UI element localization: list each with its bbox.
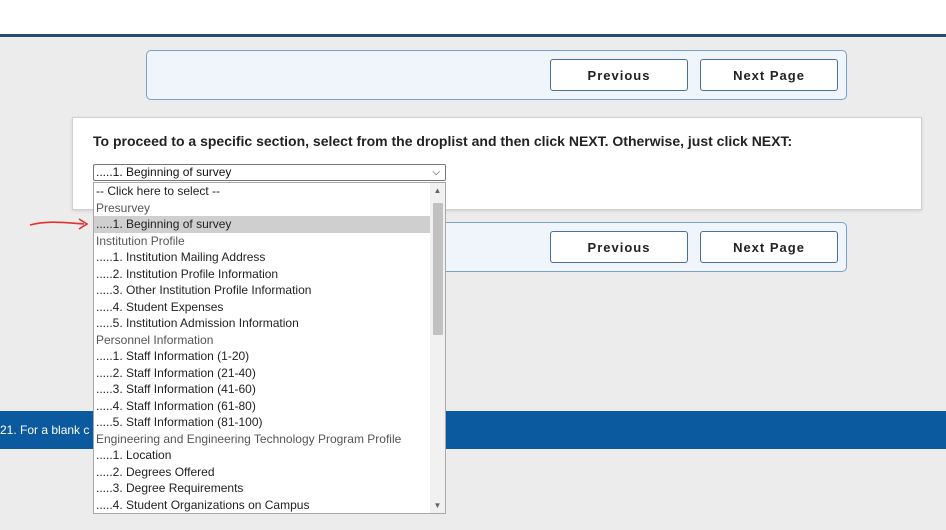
droplist-option[interactable]: .....1. Beginning of survey [94,216,431,233]
section-instruction: To proceed to a specific section, select… [93,133,793,149]
droplist-option[interactable]: .....3. Degree Requirements [94,480,431,497]
previous-button-bottom[interactable]: Previous [550,231,688,263]
scroll-down-arrow-icon[interactable]: ▼ [430,498,445,513]
chevron-down-icon: ⌵ [432,167,440,178]
droplist-group-label: Personnel Information [96,332,214,347]
droplist-selected-value: .....1. Beginning of survey [96,165,232,179]
droplist-option[interactable]: .....4. Student Expenses [94,299,431,316]
droplist-option[interactable]: .....3. Other Institution Profile Inform… [94,282,431,299]
section-droplist[interactable]: .....1. Beginning of survey ⌵ [93,164,446,181]
droplist-option[interactable]: .....1. Staff Information (1-20) [94,348,431,365]
droplist-group-label: Presurvey [96,200,151,215]
footer-text: 21. For a blank c [0,423,90,437]
previous-button-top[interactable]: Previous [550,59,688,91]
droplist-option[interactable]: .....2. Staff Information (21-40) [94,365,431,382]
droplist-option[interactable]: .....2. Institution Profile Information [94,266,431,283]
scroll-up-arrow-icon[interactable]: ▲ [430,183,445,198]
top-header-bar [0,0,946,37]
droplist-option[interactable]: .....4. Staff Information (61-80) [94,398,431,415]
droplist-option[interactable]: .....1. Location [94,447,431,464]
droplist-options: -- Click here to select -- Presurvey.....… [94,183,431,513]
droplist-options-panel[interactable]: -- Click here to select -- Presurvey.....… [93,182,446,514]
next-page-button-bottom[interactable]: Next Page [700,231,838,263]
droplist-group-label: Institution Profile [96,233,185,248]
droplist-option[interactable]: .....4. Student Organizations on Campus [94,497,431,514]
scrollbar-thumb[interactable] [433,203,443,335]
red-arrow-annotation-icon [29,218,89,230]
droplist-group-label: Engineering and Engineering Technology P… [96,431,402,446]
droplist-scrollbar[interactable]: ▲ ▼ [430,183,445,513]
next-page-button-top[interactable]: Next Page [700,59,838,91]
droplist-option[interactable]: .....5. Staff Information (81-100) [94,414,431,431]
droplist-option[interactable]: .....1. Institution Mailing Address [94,249,431,266]
droplist-option[interactable]: .....5. Institution Admission Informatio… [94,315,431,332]
droplist-option[interactable]: -- Click here to select -- [94,183,431,200]
droplist-option[interactable]: .....2. Degrees Offered [94,464,431,481]
top-navigation-panel: Previous Next Page [146,50,847,100]
droplist-option[interactable]: .....3. Staff Information (41-60) [94,381,431,398]
